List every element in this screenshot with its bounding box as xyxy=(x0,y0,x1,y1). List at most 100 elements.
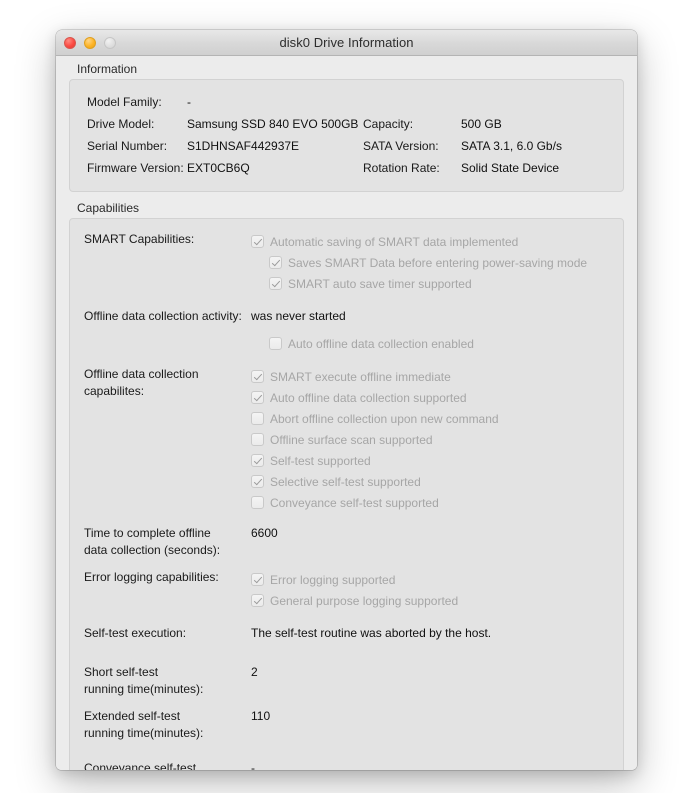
capabilities-group-label: Capabilities xyxy=(77,201,140,215)
info-row-drive-model: Drive Model: Samsung SSD 840 EVO 500GB C… xyxy=(70,113,623,135)
checkbox-label: Error logging supported xyxy=(270,572,396,587)
checkbox-icon[interactable] xyxy=(269,337,282,350)
checkbox-row[interactable]: Offline surface scan supported xyxy=(251,429,623,450)
offline-activity-field: was never started Auto offline data coll… xyxy=(251,308,623,354)
checkbox-row[interactable]: SMART execute offline immediate xyxy=(251,366,623,387)
checkbox-label: Auto offline data collection supported xyxy=(270,390,467,405)
offline-capabilities-label: Offline data collection capabilites: xyxy=(70,366,251,400)
checkbox-label: Auto offline data collection enabled xyxy=(288,336,474,351)
short-self-test-row: Short self-test running time(minutes): 2 xyxy=(70,664,623,698)
checkbox-row[interactable]: SMART auto save timer supported xyxy=(251,273,623,294)
checkbox-icon[interactable] xyxy=(251,412,264,425)
checkbox-row[interactable]: Self-test supported xyxy=(251,450,623,471)
checkbox-row[interactable]: Automatic saving of SMART data implement… xyxy=(251,231,623,252)
checkbox-label: SMART auto save timer supported xyxy=(288,276,472,291)
checkbox-label: Offline surface scan supported xyxy=(270,432,433,447)
self-test-execution-row: Self-test execution: The self-test routi… xyxy=(70,625,623,642)
rotation-rate-value: Solid State Device xyxy=(461,160,560,175)
self-test-execution-label: Self-test execution: xyxy=(84,626,187,640)
close-button-icon[interactable] xyxy=(64,36,76,49)
checkbox-label: Automatic saving of SMART data implement… xyxy=(270,234,519,249)
short-self-test-label-line1: Short self-test xyxy=(84,665,159,679)
information-box: Model Family: - Drive Model: Samsung SSD… xyxy=(69,79,624,192)
time-to-complete-row: Time to complete offline data collection… xyxy=(70,525,623,559)
sata-version-label: SATA Version: xyxy=(363,138,439,153)
checkbox-icon[interactable] xyxy=(251,496,264,509)
offline-activity-label: Offline data collection activity: xyxy=(84,309,242,323)
drive-model-label: Drive Model: xyxy=(87,116,155,131)
error-logging-list: Error logging supported General purpose … xyxy=(251,569,623,611)
offline-capabilities-label-line1: Offline data collection xyxy=(84,367,199,381)
model-family-value: - xyxy=(187,94,191,109)
smart-capabilities-label: SMART Capabilities: xyxy=(84,232,195,246)
offline-activity-row: Offline data collection activity: was ne… xyxy=(70,308,623,354)
checkbox-row[interactable]: Conveyance self-test supported xyxy=(251,492,623,513)
checkbox-row[interactable]: General purpose logging supported xyxy=(251,590,623,611)
checkbox-row[interactable]: Auto offline data collection enabled xyxy=(251,333,623,354)
checkbox-icon[interactable] xyxy=(269,277,282,290)
checkbox-label: SMART execute offline immediate xyxy=(270,369,451,384)
firmware-version-label: Firmware Version: xyxy=(87,160,184,175)
capabilities-box: SMART Capabilities: Automatic saving of … xyxy=(69,218,624,770)
checkbox-label: Selective self-test supported xyxy=(270,474,421,489)
conveyance-self-test-field: - xyxy=(251,760,623,770)
capabilities-group: Capabilities SMART Capabilities: Automat… xyxy=(69,201,624,770)
screen: disk0 Drive Information Information Mode… xyxy=(0,0,690,793)
offline-activity-value: was never started xyxy=(251,309,346,323)
extended-self-test-label: Extended self-test running time(minutes)… xyxy=(70,708,251,742)
checkbox-icon[interactable] xyxy=(251,433,264,446)
checkbox-label: Self-test supported xyxy=(270,453,371,468)
short-self-test-label: Short self-test running time(minutes): xyxy=(70,664,251,698)
window-titlebar[interactable]: disk0 Drive Information xyxy=(56,30,637,56)
checkbox-icon[interactable] xyxy=(251,391,264,404)
short-self-test-value: 2 xyxy=(251,665,258,679)
extended-self-test-value: 110 xyxy=(251,709,271,723)
error-logging-row: Error logging capabilities: Error loggin… xyxy=(70,569,623,611)
drive-model-value: Samsung SSD 840 EVO 500GB xyxy=(187,116,359,131)
checkbox-icon[interactable] xyxy=(269,256,282,269)
conveyance-self-test-value: - xyxy=(251,761,255,770)
checkbox-icon[interactable] xyxy=(251,454,264,467)
checkbox-row[interactable]: Auto offline data collection supported xyxy=(251,387,623,408)
info-row-serial-number: Serial Number: S1DHNSAF442937E SATA Vers… xyxy=(70,135,623,157)
self-test-execution-field: The self-test routine was aborted by the… xyxy=(251,625,623,642)
checkbox-icon[interactable] xyxy=(251,475,264,488)
checkbox-icon[interactable] xyxy=(251,235,264,248)
zoom-button-icon xyxy=(104,36,116,49)
checkbox-icon[interactable] xyxy=(251,370,264,383)
checkbox-icon[interactable] xyxy=(251,594,264,607)
extended-self-test-field: 110 xyxy=(251,708,623,725)
smart-capabilities-row: SMART Capabilities: Automatic saving of … xyxy=(70,231,623,294)
error-logging-label: Error logging capabilities: xyxy=(84,570,219,584)
conveyance-self-test-row: Conveyance self-test running time(minute… xyxy=(70,760,623,770)
checkbox-label: Conveyance self-test supported xyxy=(270,495,439,510)
information-group-label: Information xyxy=(77,62,138,76)
checkbox-row[interactable]: Selective self-test supported xyxy=(251,471,623,492)
time-to-complete-field: 6600 xyxy=(251,525,623,542)
capacity-label: Capacity: xyxy=(363,116,414,131)
minimize-button-icon[interactable] xyxy=(84,36,96,49)
offline-capabilities-label-line2: capabilites: xyxy=(84,384,145,398)
sata-version-value: SATA 3.1, 6.0 Gb/s xyxy=(461,138,562,153)
drive-information-window: disk0 Drive Information Information Mode… xyxy=(56,30,637,770)
checkbox-row[interactable]: Saves SMART Data before entering power-s… xyxy=(251,252,623,273)
window-content: Information Model Family: - Drive Model:… xyxy=(56,56,637,770)
checkbox-row[interactable]: Error logging supported xyxy=(251,569,623,590)
checkbox-row[interactable]: Abort offline collection upon new comman… xyxy=(251,408,623,429)
time-to-complete-label-line2: data collection (seconds): xyxy=(84,543,221,557)
self-test-execution-value: The self-test routine was aborted by the… xyxy=(251,626,492,640)
info-row-firmware-version: Firmware Version: EXT0CB6Q Rotation Rate… xyxy=(70,157,623,179)
extended-self-test-label-line1: Extended self-test xyxy=(84,709,181,723)
serial-number-label: Serial Number: xyxy=(87,138,168,153)
serial-number-value: S1DHNSAF442937E xyxy=(187,138,300,153)
conveyance-self-test-label-line1: Conveyance self-test xyxy=(84,761,197,770)
checkbox-icon[interactable] xyxy=(251,573,264,586)
